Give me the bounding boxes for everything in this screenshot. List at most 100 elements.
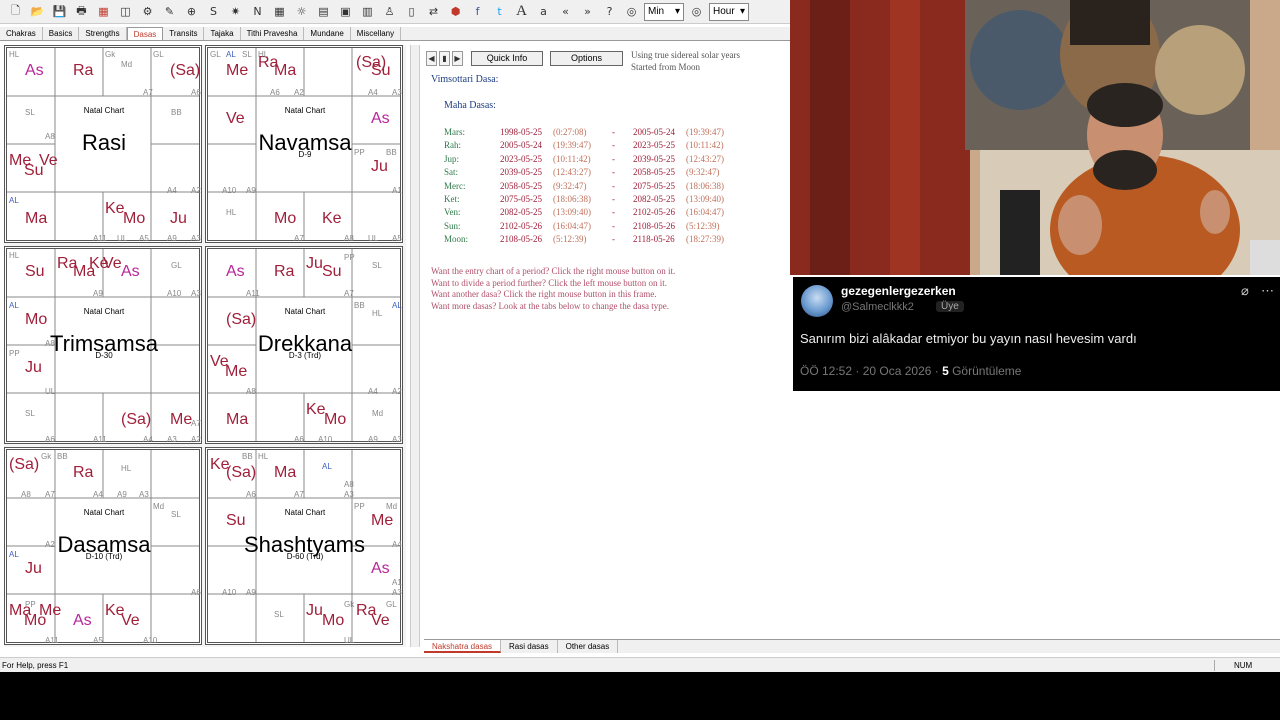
planet-label[interactable]: Su xyxy=(322,263,342,281)
planet-label[interactable]: Me xyxy=(170,411,192,429)
tab-basics[interactable]: Basics xyxy=(43,27,80,40)
chart-dasamsa[interactable]: Natal Chart Dasamsa D-10 (Trd) (Sa) Ra Ju Ma Me… xyxy=(4,447,202,645)
star-icon[interactable]: ✷ xyxy=(226,2,245,21)
font-large-icon[interactable]: A xyxy=(512,2,531,21)
step-icon[interactable]: ◎ xyxy=(687,2,706,21)
planet-label[interactable]: Ma xyxy=(226,411,248,429)
dasa-row[interactable]: Ven: 2082-05-25 (13:09:40) - 2102-05-26 (16:0… xyxy=(444,207,774,220)
forward-icon[interactable]: » xyxy=(578,2,597,21)
options-button[interactable]: Options xyxy=(550,51,623,66)
dasa-row[interactable]: Sun: 2102-05-26 (16:04:47) - 2108-05-26 (5:12… xyxy=(444,221,774,234)
new-icon[interactable]: 🗋 xyxy=(6,2,25,21)
planet-label[interactable]: Ke xyxy=(322,210,342,228)
chart-drekkana[interactable]: Natal Chart Drekkana D-3 (Trd) As Ra Ju Su (Sa)… xyxy=(205,246,403,444)
tab-miscellany[interactable]: Miscellany xyxy=(351,27,402,40)
facebook-icon[interactable]: f xyxy=(468,2,487,21)
splitter[interactable] xyxy=(410,45,420,647)
tab-other-dasas[interactable]: Other dasas xyxy=(558,640,619,653)
shield-icon[interactable]: ⬢ xyxy=(446,2,465,21)
step-select-2[interactable]: Hour ▾ xyxy=(709,2,749,21)
dasa-row[interactable]: Mars: 1998-05-25 (0:27:08) - 2005-05-24 (19:3… xyxy=(444,127,774,140)
planet-label[interactable]: Ju xyxy=(306,255,323,273)
planet-label[interactable]: Su xyxy=(24,162,44,180)
planet-label[interactable]: Su xyxy=(371,62,391,80)
planet-label[interactable]: Ke xyxy=(306,401,326,419)
book-icon[interactable]: ▯ xyxy=(402,2,421,21)
edit-icon[interactable]: ✎ xyxy=(160,2,179,21)
planet-label[interactable]: As xyxy=(73,612,92,630)
back-icon[interactable]: « xyxy=(556,2,575,21)
table-icon[interactable]: ▥ xyxy=(358,2,377,21)
unit-icon[interactable]: ◎ xyxy=(622,2,641,21)
sb-icon[interactable]: ▤ xyxy=(314,2,333,21)
planet-label[interactable]: (Sa) xyxy=(121,411,151,429)
planet-label[interactable]: Ra xyxy=(73,62,93,80)
planet-label[interactable]: As xyxy=(226,263,245,281)
square-icon[interactable]: ▣ xyxy=(336,2,355,21)
grok-icon[interactable]: ⌀ xyxy=(1241,283,1249,299)
tweet-handle[interactable]: @Salmeclkkk2 xyxy=(841,301,914,313)
planet-label[interactable]: Su xyxy=(226,512,246,530)
planet-label[interactable]: Mo xyxy=(322,612,344,630)
planet-label[interactable]: Ma xyxy=(25,210,47,228)
planet-label[interactable]: Su xyxy=(25,263,45,281)
planet-label[interactable]: Ju xyxy=(371,158,388,176)
planet-label[interactable]: Mo xyxy=(123,210,145,228)
avatar[interactable] xyxy=(801,285,833,317)
sp-icon[interactable]: S xyxy=(204,2,223,21)
planet-label[interactable]: As xyxy=(25,62,44,80)
tweet-card[interactable]: gezegenlergezerken @Salmeclkkk2 Üye ⌀ ⋯ … xyxy=(793,277,1280,391)
planet-label[interactable]: As xyxy=(371,560,390,578)
dasa-row[interactable]: Jup: 2023-05-25 (10:11:42) - 2039-05-25 (12:4… xyxy=(444,154,774,167)
people-icon[interactable]: ♙ xyxy=(380,2,399,21)
save-icon[interactable]: 💾 xyxy=(50,2,69,21)
print-icon[interactable]: 🖶 xyxy=(72,2,91,21)
planet-label[interactable]: Ma xyxy=(274,464,296,482)
planet-label[interactable]: Ve xyxy=(226,110,245,128)
planet-label[interactable]: Mo xyxy=(274,210,296,228)
tab-chakras[interactable]: Chakras xyxy=(0,27,43,40)
quick-info-button[interactable]: Quick Info xyxy=(471,51,543,66)
sun-icon[interactable]: ☼ xyxy=(292,2,311,21)
planet-label[interactable]: Me xyxy=(226,62,248,80)
tab-rasi-dasas[interactable]: Rasi dasas xyxy=(501,640,558,653)
dasa-row[interactable]: Sat: 2039-05-25 (12:43:27) - 2058-05-25 (9:32… xyxy=(444,167,774,180)
chart-icon[interactable]: ▦ xyxy=(94,2,113,21)
planet-label[interactable]: (Sa) xyxy=(9,456,39,474)
planet-label[interactable]: (Sa) xyxy=(226,311,256,329)
step-select-1[interactable]: Min ▾ xyxy=(644,2,684,21)
tab-transits[interactable]: Transits xyxy=(163,27,205,40)
dasa-row[interactable]: Rah: 2005-05-24 (19:39:47) - 2023-05-25 (10:1… xyxy=(444,140,774,153)
planet-label[interactable]: Ma xyxy=(73,263,95,281)
globe-icon[interactable]: ⊕ xyxy=(182,2,201,21)
open-icon[interactable]: 📂 xyxy=(28,2,47,21)
font-small-icon[interactable]: a xyxy=(534,2,553,21)
planet-label[interactable]: (Sa) xyxy=(170,62,200,80)
planet-label[interactable]: (Sa) xyxy=(226,464,256,482)
planet-label[interactable]: Mo xyxy=(25,311,47,329)
pause-button[interactable]: ▮ xyxy=(439,51,450,66)
n-icon[interactable]: N xyxy=(248,2,267,21)
birth-data-icon[interactable]: ◫ xyxy=(116,2,135,21)
planet-label[interactable]: Mo xyxy=(24,612,46,630)
tab-tithi-pravesha[interactable]: Tithi Pravesha xyxy=(241,27,305,40)
planet-label[interactable]: As xyxy=(371,110,390,128)
planet-label[interactable]: Ju xyxy=(306,602,323,620)
prev-button[interactable]: ◀ xyxy=(426,51,437,66)
grid-icon[interactable]: ▦ xyxy=(270,2,289,21)
planet-label[interactable]: Ve xyxy=(103,255,122,273)
tab-nakshatra-dasas[interactable]: Nakshatra dasas xyxy=(424,640,502,653)
planet-label[interactable]: As xyxy=(121,263,140,281)
planet-label[interactable]: Me xyxy=(225,363,247,381)
planet-label[interactable]: Ju xyxy=(170,210,187,228)
swap-icon[interactable]: ⇄ xyxy=(424,2,443,21)
planet-label[interactable]: Me xyxy=(371,512,393,530)
tweet-author-name[interactable]: gezegenlergezerken xyxy=(841,284,956,298)
chart-navamsa[interactable]: Natal Chart Navamsa D-9 Me Ra Ma (Sa) Su Ve As Ju M… xyxy=(205,45,403,243)
planet-label[interactable]: Ju xyxy=(25,560,42,578)
planet-label[interactable]: Ke xyxy=(105,200,125,218)
planet-label[interactable]: Ra xyxy=(73,464,93,482)
more-icon[interactable]: ⋯ xyxy=(1261,283,1274,299)
planet-label[interactable]: Ju xyxy=(25,359,42,377)
planet-label[interactable]: Ve xyxy=(371,612,390,630)
